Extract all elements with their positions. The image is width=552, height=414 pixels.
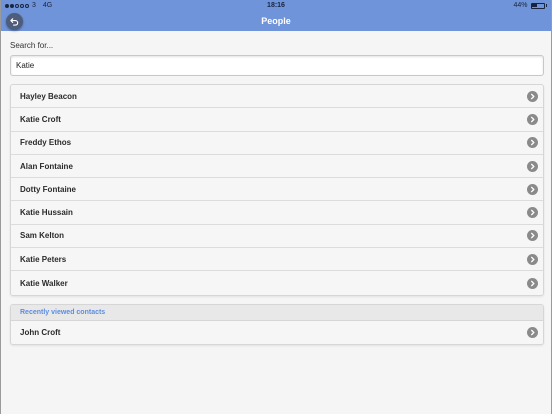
- contact-name: Sam Kelton: [20, 231, 65, 241]
- chevron-right-icon[interactable]: [527, 160, 538, 172]
- contact-name: Katie Croft: [20, 114, 61, 124]
- recent-contacts-list: John Croft: [11, 321, 543, 344]
- contact-row[interactable]: Katie Croft: [11, 108, 543, 132]
- chevron-right-icon[interactable]: [527, 253, 538, 265]
- page-title: People: [261, 16, 291, 26]
- search-input[interactable]: [10, 55, 544, 76]
- contact-row[interactable]: Alan Fontaine: [11, 155, 543, 179]
- chevron-right-icon[interactable]: [527, 230, 538, 242]
- battery-icon: [530, 2, 545, 9]
- contact-row[interactable]: Katie Hussain: [11, 201, 543, 225]
- chevron-right-icon[interactable]: [527, 207, 538, 219]
- search-label: Search for...: [10, 41, 54, 50]
- status-right: 44%: [513, 2, 547, 9]
- contact-name: John Croft: [20, 328, 61, 337]
- contact-name: Freddy Ethos: [20, 138, 72, 148]
- contact-name: Katie Hussain: [20, 208, 73, 218]
- recent-contacts-header: Recently viewed contacts: [11, 305, 543, 321]
- contact-name: Dotty Fontaine: [20, 184, 76, 194]
- chevron-right-icon[interactable]: [527, 327, 538, 338]
- contact-row[interactable]: Sam Kelton: [11, 225, 543, 249]
- chevron-right-icon[interactable]: [527, 277, 538, 289]
- results-list: Hayley Beacon Katie Croft Freddy Ethos Alan…: [10, 84, 544, 296]
- contact-row[interactable]: Freddy Ethos: [11, 132, 543, 155]
- contact-row[interactable]: Katie Walker: [11, 271, 543, 294]
- contact-row[interactable]: Katie Peters: [11, 248, 543, 272]
- recent-contacts-section: Recently viewed contacts John Croft: [10, 304, 544, 345]
- contact-row[interactable]: Hayley Beacon: [11, 85, 543, 109]
- status-time: 18:16: [267, 2, 285, 9]
- contact-row[interactable]: John Croft: [11, 321, 543, 344]
- chevron-right-icon[interactable]: [527, 90, 538, 102]
- chevron-right-icon[interactable]: [527, 137, 538, 149]
- chevron-right-icon[interactable]: [527, 113, 538, 125]
- battery-percent: 44%: [513, 2, 528, 9]
- chevron-right-icon[interactable]: [527, 183, 538, 195]
- status-bar: 3 4G 18:16 44%: [1, 0, 551, 12]
- contact-name: Katie Walker: [20, 278, 68, 288]
- contact-name: Hayley Beacon: [20, 91, 77, 101]
- contact-name: Katie Peters: [20, 254, 67, 264]
- contact-name: Alan Fontaine: [20, 161, 73, 171]
- contact-row[interactable]: Dotty Fontaine: [11, 178, 543, 202]
- nav-bar: People: [1, 12, 551, 31]
